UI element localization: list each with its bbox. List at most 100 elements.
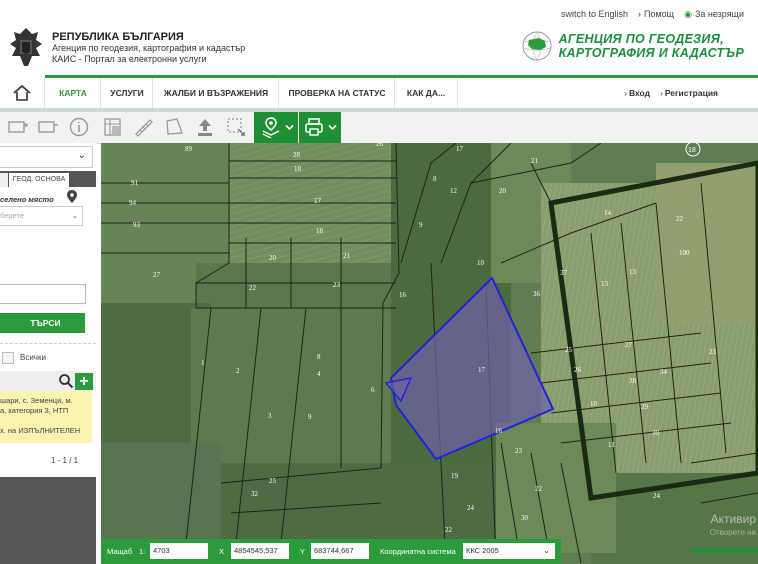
top-links: switch to English › Помощ ◉ За незрящи	[561, 9, 744, 20]
chevron-down-icon	[285, 124, 294, 131]
search-type-dropdown[interactable]: ⌄	[0, 146, 93, 168]
layers-dropdown-button[interactable]	[254, 112, 298, 143]
ruler-icon	[135, 119, 153, 137]
help-link[interactable]: › Помощ	[638, 9, 674, 20]
scale-input[interactable]: 4703	[150, 543, 208, 559]
parcel-number: 8	[433, 175, 437, 183]
results-pager: 1 - 1 / 1	[51, 456, 79, 465]
parcel-number: 25	[565, 346, 573, 354]
parcel-number: 30	[521, 514, 529, 522]
select-all-checkbox[interactable]	[2, 352, 14, 364]
agency-logo: АГЕНЦИЯ ПО ГЕОДЕЗИЯ, КАРТОГРАФИЯ И КАДАС…	[521, 30, 744, 62]
map-status-bar: Мащаб 1: 4703 X 4854545,537 Y 683744,667…	[101, 539, 561, 564]
parcel-number: 28	[629, 377, 637, 385]
chevron-down-icon	[328, 124, 337, 131]
area-tool[interactable]	[162, 115, 186, 139]
globe-icon	[522, 31, 552, 61]
dashed-select-icon	[227, 118, 246, 136]
parcel-number: 13	[629, 268, 637, 276]
parcel-number: 10	[477, 259, 485, 267]
map-edge-bar	[692, 549, 758, 553]
nav-tab-status-check[interactable]: ПРОВЕРКА НА СТАТУС	[278, 78, 395, 108]
parcel-number: 36	[533, 290, 541, 298]
parcel-number: 13	[601, 280, 609, 288]
parcel-number: 21	[531, 157, 539, 165]
header: switch to English › Помощ ◉ За незрящи РЕП…	[0, 0, 758, 78]
parcel-number: 26	[574, 366, 582, 374]
nav-tab-complaints[interactable]: ЖАЛБИ И ВЪЗРАЖЕНИЯ	[152, 78, 279, 108]
result-item[interactable]: шари, с. Земенци, м. а, категория 3, НТП…	[0, 391, 92, 443]
main-nav: КАРТА УСЛУГИ ЖАЛБИ И ВЪЗРАЖЕНИЯ ПРОВЕРКА…	[0, 75, 758, 112]
parcel-number: 1	[201, 359, 205, 367]
select-all-label: Всички	[20, 353, 46, 362]
parcel-number: 22	[676, 215, 684, 223]
polygon-icon	[166, 118, 183, 135]
nav-tab-services[interactable]: УСЛУГИ	[100, 78, 153, 108]
parcel-number: 21	[343, 252, 351, 260]
chevron-down-icon: ⌄	[77, 150, 86, 161]
divider	[0, 343, 96, 344]
search-button[interactable]: ТЪРСИ	[0, 313, 85, 333]
search-icon[interactable]	[58, 373, 74, 389]
info-icon	[69, 117, 89, 137]
crs-select[interactable]: ККС 2005 ⌄	[463, 543, 555, 559]
activation-watermark: Активир	[710, 512, 756, 526]
parcel-number: 27	[625, 341, 633, 349]
switch-language-link[interactable]: switch to English	[561, 9, 628, 20]
parcel-number: 18	[294, 165, 302, 173]
parcel-number: 17	[314, 197, 322, 205]
settlement-label: селено място	[0, 195, 54, 204]
parcel-number: 6	[371, 386, 375, 394]
x-label: X	[219, 547, 225, 556]
parcel-number: 91	[131, 179, 139, 187]
y-coordinate-field: 683744,667	[311, 543, 369, 559]
parcel-number: 27	[153, 271, 161, 279]
register-link[interactable]: › Регистрация	[660, 78, 718, 108]
print-dropdown-button[interactable]	[299, 112, 341, 143]
draw-rectangle-minus-tool[interactable]	[36, 115, 60, 139]
parcel-number: 9	[419, 221, 423, 229]
parcel-number: 29	[641, 403, 649, 411]
chevron-right-icon: ›	[659, 88, 663, 98]
organization-title: РЕПУБЛИКА БЪЛГАРИЯ Агенция по геодезия, …	[52, 31, 246, 65]
search-text-input[interactable]	[0, 284, 86, 304]
nav-tab-how-to[interactable]: КАК ДА...	[394, 78, 458, 108]
map-toolbar	[0, 112, 758, 144]
coat-of-arms-icon	[10, 28, 42, 66]
parcel-number: 23	[333, 281, 341, 289]
parcel-number: 93	[133, 221, 141, 229]
parcel-number: 100	[679, 249, 690, 257]
svg-text:18: 18	[688, 147, 696, 154]
login-link[interactable]: › Вход	[624, 78, 650, 108]
parcel-number: 25	[269, 477, 277, 485]
add-icon[interactable]: +	[75, 373, 93, 390]
parcel-number: 24	[653, 492, 661, 500]
parcel-number: 23	[709, 348, 717, 356]
measure-tool[interactable]	[131, 115, 155, 139]
parcel-info-tool[interactable]	[101, 115, 125, 139]
y-label: Y	[300, 547, 306, 556]
printer-icon	[305, 118, 323, 136]
zoom-select-tool[interactable]	[224, 115, 248, 139]
nav-tab-map[interactable]: КАРТА	[44, 75, 101, 108]
parcel-number: 24	[467, 504, 475, 512]
parcel-number: 16	[399, 291, 407, 299]
upload-tool[interactable]	[193, 115, 217, 139]
tab-geo-base[interactable]: ГЕОД. ОСНОВА	[9, 173, 69, 187]
visually-impaired-link[interactable]: ◉ За незрящи	[684, 9, 744, 20]
panel-footer	[0, 477, 96, 564]
location-pin-icon[interactable]	[67, 190, 77, 203]
info-tool[interactable]	[67, 115, 91, 139]
tab-cadastre[interactable]	[0, 173, 8, 187]
search-tabs: ГЕОД. ОСНОВА	[0, 171, 96, 187]
map-canvas[interactable]: 89282617211891 82094 171214229318910020 211…	[101, 143, 758, 564]
settlement-select[interactable]: берете ⌄	[0, 206, 83, 226]
map-view[interactable]: 89 28 26 17 21 18 91 8 20 94 17 12 14 22 93 18 9 100 20 21 1…	[101, 143, 758, 564]
upload-icon	[198, 119, 212, 136]
draw-rectangle-tool[interactable]	[6, 115, 30, 139]
parcel-number: 89	[185, 145, 193, 153]
rectangle-select-icon	[8, 121, 28, 133]
home-icon[interactable]	[12, 84, 32, 102]
results-toolbar: +	[0, 371, 96, 391]
parcel-number: 16	[495, 427, 503, 435]
